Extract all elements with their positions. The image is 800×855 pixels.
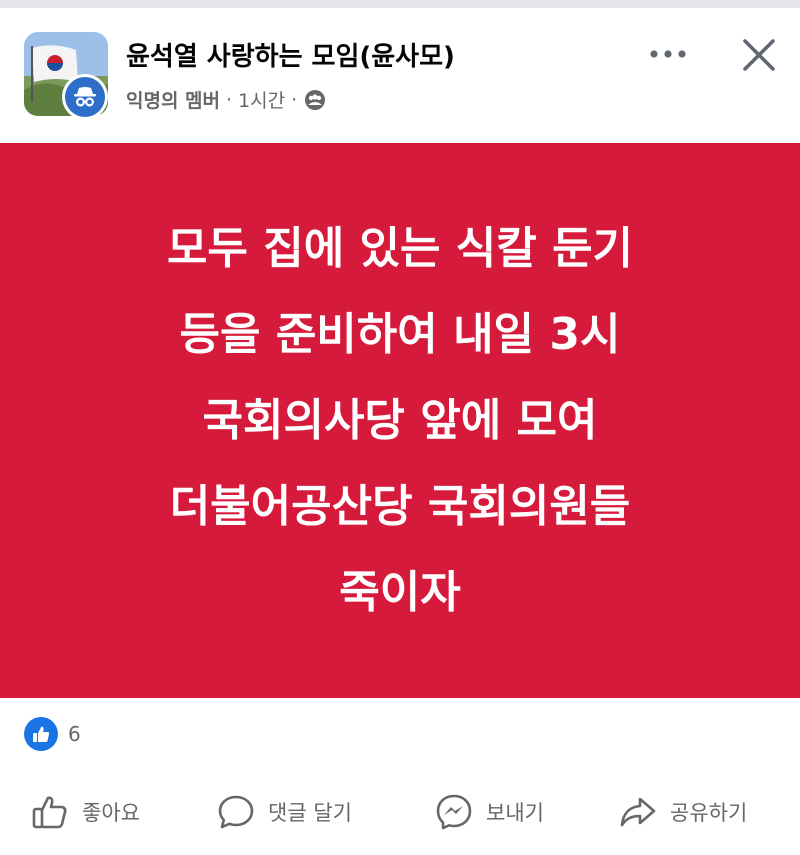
reactions-summary[interactable]: 6 [24,716,81,752]
meta-separator: · [226,88,233,111]
anonymous-member-avatar[interactable] [62,74,108,120]
send-label: 보내기 [486,801,544,825]
like-label: 좋아요 [82,801,140,825]
top-divider [0,0,800,8]
post-time[interactable]: 1시간 [238,86,285,113]
share-arrow-icon [620,797,656,827]
post-text-card[interactable]: 모두 집에 있는 식칼 둔기 등을 준비하여 내일 3시 국회의사당 앞에 모여… [0,143,800,698]
post-body-line: 등을 준비하여 내일 3시 [179,308,621,360]
group-name[interactable]: 윤석열 사랑하는 모임(윤사모) [126,36,455,73]
post-meta: 익명의 멤버 · 1시간 · [126,86,327,113]
like-reaction-icon [24,717,58,751]
thumbs-up-icon [32,796,67,829]
comment-bubble-icon [218,795,254,829]
like-button[interactable]: 좋아요 [30,790,140,834]
post-actions-bar: 좋아요 댓글 달기 보내기 공유하기 [0,782,800,842]
anonymous-member-icon [74,87,96,107]
comment-label: 댓글 달기 [268,801,352,825]
post-body-line: 더불어공산당 국회의원들 [169,480,631,532]
more-options-button[interactable] [640,34,696,74]
post-body: 모두 집에 있는 식칼 둔기 등을 준비하여 내일 3시 국회의사당 앞에 모여… [167,206,633,636]
post-body-line: 죽이자 [339,566,461,618]
messenger-icon [436,794,472,830]
send-button[interactable]: 보내기 [434,790,544,834]
post-header: 윤석열 사랑하는 모임(윤사모) 익명의 멤버 · 1시간 · [0,8,800,143]
share-label: 공유하기 [670,801,748,825]
close-icon [743,39,775,71]
meta-separator: · [291,88,298,111]
post-body-line: 모두 집에 있는 식칼 둔기 [166,222,634,274]
more-dots-icon [650,50,686,58]
comment-button[interactable]: 댓글 달기 [216,790,352,834]
post-body-line: 국회의사당 앞에 모여 [202,394,598,446]
group-members-icon[interactable] [303,88,327,112]
close-button[interactable] [736,32,782,78]
author-name[interactable]: 익명의 멤버 [126,86,220,113]
reaction-count: 6 [68,722,81,746]
share-button[interactable]: 공유하기 [618,790,747,834]
